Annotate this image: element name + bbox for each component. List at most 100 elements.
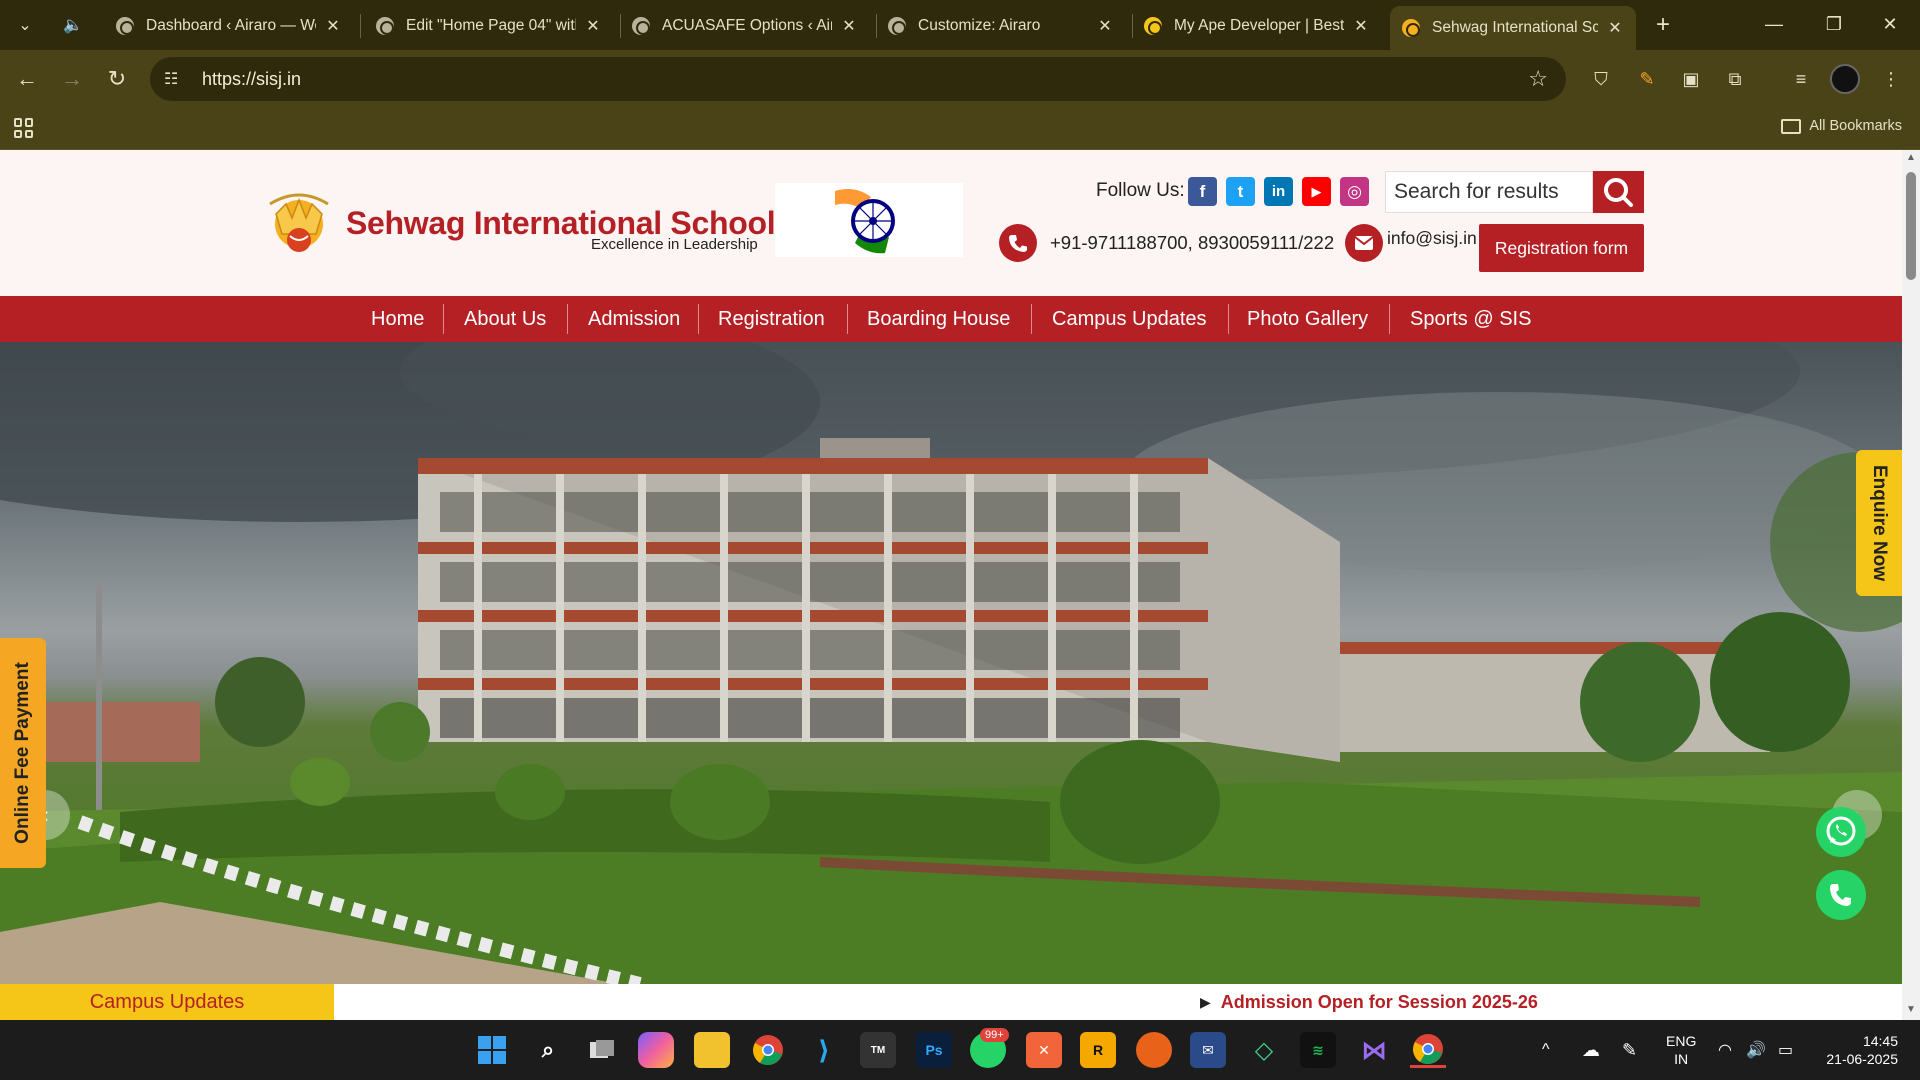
bookmark-star-icon[interactable]: ☆ <box>1528 66 1548 92</box>
close-tab-icon[interactable]: ✕ <box>1352 16 1370 36</box>
r-app-icon[interactable]: R <box>1080 1032 1116 1068</box>
shield-extension-icon[interactable]: ⛉ <box>1586 64 1616 94</box>
close-tab-icon[interactable]: ✕ <box>584 16 602 36</box>
nav-sports[interactable]: Sports @ SIS <box>1410 296 1531 342</box>
nav-photo-gallery[interactable]: Photo Gallery <box>1247 296 1368 342</box>
tab-audio-icon[interactable]: 🔈 <box>56 8 90 42</box>
close-tab-icon[interactable]: ✕ <box>1096 16 1114 36</box>
scroll-down-icon[interactable]: ▼ <box>1905 1004 1917 1015</box>
search-input[interactable]: Search for results <box>1385 171 1593 213</box>
extensions-puzzle-icon[interactable]: ⧉ <box>1720 64 1750 94</box>
back-arrow-icon[interactable]: ← <box>10 62 44 96</box>
media-control-icon[interactable]: ≡ <box>1786 64 1816 94</box>
instagram-icon[interactable]: ◎ <box>1340 177 1369 206</box>
page-scrollbar[interactable]: ▲ ▼ <box>1902 150 1920 1020</box>
xampp-icon[interactable]: ✕ <box>1026 1032 1062 1068</box>
browser-tab-bar: ⌄ 🔈 Dashboard ‹ Airaro — Wo ✕ Edit "Home… <box>0 0 1920 50</box>
youtube-icon[interactable]: ▶ <box>1302 177 1331 206</box>
nav-campus-updates[interactable]: Campus Updates <box>1052 296 1207 342</box>
whatsapp-icon[interactable] <box>1816 807 1866 857</box>
chrome-taskbar-icon[interactable] <box>750 1032 786 1068</box>
chrome-active-icon[interactable] <box>1410 1032 1446 1068</box>
onedrive-icon[interactable]: ☁ <box>1582 1020 1600 1080</box>
vscode-icon[interactable]: ⟩ <box>806 1032 842 1068</box>
all-bookmarks-button[interactable]: All Bookmarks <box>1781 118 1902 134</box>
tab-edit-home-page[interactable]: Edit "Home Page 04" with ✕ <box>364 6 614 46</box>
diamond-app-icon[interactable]: ◇ <box>1246 1032 1282 1068</box>
wordpress-favicon-icon <box>376 17 394 35</box>
call-icon[interactable] <box>1816 870 1866 920</box>
photoshop-icon[interactable]: Ps <box>916 1032 952 1068</box>
minimize-icon[interactable]: — <box>1744 0 1804 48</box>
site-header: Sehwag International School Excellence i… <box>0 150 1902 296</box>
online-fee-payment-tab[interactable]: Online Fee Payment <box>0 638 46 868</box>
tab-acuasafe-options[interactable]: ACUASAFE Options ‹ Aira ✕ <box>620 6 870 46</box>
email-address[interactable]: info@sisj.in <box>1387 228 1477 249</box>
tab-title: Sehwag International Sch <box>1432 19 1598 36</box>
file-explorer-icon[interactable] <box>694 1032 730 1068</box>
new-tab-button[interactable]: + <box>1646 8 1680 42</box>
copilot-icon[interactable] <box>638 1032 674 1068</box>
pen-tray-icon[interactable]: ✎ <box>1622 1020 1637 1080</box>
spotify-icon[interactable]: ≋ <box>1300 1032 1336 1068</box>
tray-chevron-icon[interactable]: ^ <box>1542 1020 1550 1080</box>
app-icon[interactable]: TM <box>860 1032 896 1068</box>
tab-title: Edit "Home Page 04" with <box>406 17 576 34</box>
phone-numbers[interactable]: +91-9711188700, 8930059111/222 <box>1050 232 1334 254</box>
forward-arrow-icon[interactable]: → <box>55 62 89 96</box>
close-tab-icon[interactable]: ✕ <box>840 16 858 36</box>
campus-building-image <box>0 342 1902 984</box>
visual-studio-icon[interactable]: ⋈ <box>1356 1032 1392 1068</box>
nav-about-us[interactable]: About Us <box>464 296 546 342</box>
search-button[interactable] <box>1593 171 1644 213</box>
tab-customize[interactable]: Customize: Airaro ✕ <box>876 6 1126 46</box>
facebook-icon[interactable]: f <box>1188 177 1217 206</box>
maximize-icon[interactable]: ❐ <box>1804 0 1864 48</box>
ticker-item[interactable]: ▶ Admission Open for Session 2025-26 <box>1200 984 1538 1020</box>
address-bar[interactable]: ☷ https://sisj.in ☆ <box>150 57 1566 101</box>
email-icon <box>1345 224 1383 262</box>
nav-home[interactable]: Home <box>371 296 424 342</box>
reload-icon[interactable]: ↻ <box>100 62 134 96</box>
clock[interactable]: 14:45 21-06-2025 <box>1818 1032 1898 1068</box>
tab-title: Dashboard ‹ Airaro — Wo <box>146 17 316 34</box>
close-tab-icon[interactable]: ✕ <box>1606 18 1624 38</box>
task-view-icon[interactable] <box>584 1032 620 1068</box>
windows-start-icon[interactable] <box>474 1032 510 1068</box>
nav-registration[interactable]: Registration <box>718 296 825 342</box>
profile-avatar[interactable] <box>1830 64 1860 94</box>
close-tab-icon[interactable]: ✕ <box>324 16 342 36</box>
registration-form-button[interactable]: Registration form <box>1479 224 1644 272</box>
mail-app-icon[interactable]: ✉ <box>1190 1032 1226 1068</box>
nav-boarding-house[interactable]: Boarding House <box>867 296 1010 342</box>
scroll-up-icon[interactable]: ▲ <box>1905 152 1917 163</box>
school-favicon-icon <box>1402 19 1420 37</box>
follow-us-label: Follow Us: <box>1096 180 1185 201</box>
tab-dashboard[interactable]: Dashboard ‹ Airaro — Wo ✕ <box>104 6 354 46</box>
enquire-now-tab[interactable]: Enquire Now <box>1856 450 1902 596</box>
url-text[interactable]: https://sisj.in <box>202 69 301 90</box>
tab-title: ACUASAFE Options ‹ Aira <box>662 17 832 34</box>
scrollbar-thumb[interactable] <box>1906 172 1916 280</box>
pen-extension-icon[interactable]: ✎ <box>1632 64 1662 94</box>
firefox-icon[interactable] <box>1136 1032 1172 1068</box>
battery-icon[interactable]: ▭ <box>1778 1020 1793 1080</box>
twitter-icon[interactable]: t <box>1226 177 1255 206</box>
tab-search-chevron-icon[interactable]: ⌄ <box>8 8 42 42</box>
screen-extension-icon[interactable]: ▣ <box>1676 64 1706 94</box>
language-indicator[interactable]: ENG IN <box>1666 1032 1696 1068</box>
nav-admission[interactable]: Admission <box>588 296 680 342</box>
site-info-icon[interactable]: ☷ <box>164 69 190 89</box>
wifi-icon[interactable]: ◠ <box>1718 1020 1732 1080</box>
school-logo-icon[interactable] <box>262 182 336 258</box>
web-page: Sehwag International School Excellence i… <box>0 150 1902 1020</box>
apps-grid-icon[interactable] <box>14 118 34 138</box>
taskbar-search-icon[interactable]: ⌕ <box>530 1032 566 1068</box>
close-window-icon[interactable]: ✕ <box>1860 0 1920 48</box>
tab-sehwag-school[interactable]: Sehwag International Sch ✕ <box>1390 6 1636 50</box>
tab-my-ape-developer[interactable]: My Ape Developer | Best ✕ <box>1132 6 1382 46</box>
more-menu-icon[interactable]: ⋮ <box>1876 64 1906 94</box>
caret-right-icon: ▶ <box>1200 993 1211 1010</box>
volume-icon[interactable]: 🔊 <box>1746 1020 1766 1080</box>
linkedin-icon[interactable]: in <box>1264 177 1293 206</box>
